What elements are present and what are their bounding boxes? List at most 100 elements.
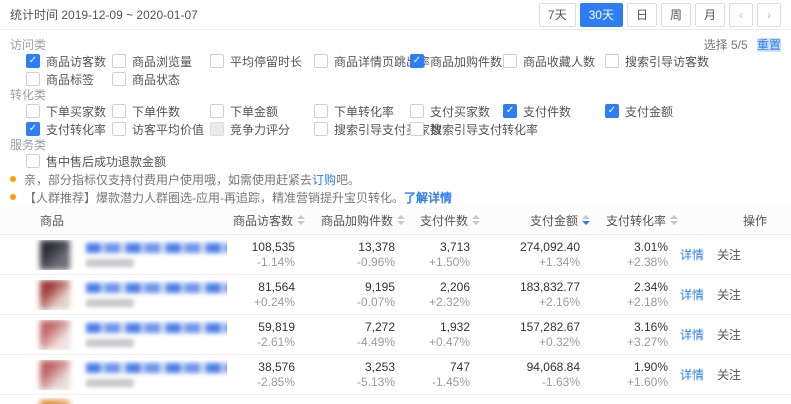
sort-caret-down-icon <box>670 221 678 225</box>
checkbox-icon[interactable]: ✓ <box>26 54 40 68</box>
metric-checkbox-下单件数[interactable]: 下单件数 <box>112 103 210 120</box>
product-title-blurred[interactable] <box>86 323 227 333</box>
metric-checkbox-访客平均价值[interactable]: 访客平均价值 <box>112 121 210 138</box>
product-thumbnail[interactable] <box>40 240 70 270</box>
detail-link[interactable]: 详情 <box>680 366 704 383</box>
product-title-blurred[interactable] <box>86 363 227 373</box>
metric-checkbox-商品状态[interactable]: 商品状态 <box>112 71 210 88</box>
range-button-30天[interactable]: 30天 <box>580 3 623 27</box>
range-button-周[interactable]: 周 <box>661 3 691 27</box>
prev-period-button[interactable]: ‹ <box>729 3 753 27</box>
product-title-blurred[interactable] <box>86 243 227 253</box>
metric-checkbox-平均停留时长[interactable]: 平均停留时长 <box>210 53 314 70</box>
sort-icon[interactable] <box>472 215 480 225</box>
checkbox-icon[interactable] <box>210 104 224 118</box>
reset-link[interactable]: 重置 <box>757 38 781 52</box>
metric-checkbox-售中售后成功退款金额[interactable]: 售中售后成功退款金额 <box>26 153 112 170</box>
metric-checkbox-商品详情页跳出率[interactable]: 商品详情页跳出率 <box>314 53 410 70</box>
metric-row: ✓商品访客数商品浏览量平均停留时长商品详情页跳出率✓商品加购件数 商品收藏人数搜索… <box>26 52 781 70</box>
metric-cell: 2,206+2.32% <box>405 280 480 310</box>
metric-row: 售中售后成功退款金额 <box>26 152 781 170</box>
table-header-row: 商品商品访客数商品加购件数支付件数支付金额支付转化率操作 <box>0 206 791 235</box>
column-header-支付转化率[interactable]: 支付转化率 <box>590 212 678 229</box>
metric-row: 下单买家数下单件数下单金额下单转化率支付买家数✓支付件数✓支付金额 <box>26 102 781 120</box>
metric-label: 下单买家数 <box>46 103 106 120</box>
checkbox-icon[interactable] <box>210 122 224 136</box>
metric-checkbox-商品加购件数[interactable]: ✓商品加购件数 <box>410 53 503 70</box>
checkbox-icon[interactable] <box>314 104 328 118</box>
action-cell: 详情关注 <box>678 286 779 303</box>
metric-checkbox-搜索引导支付买家数[interactable]: 搜索引导支付买家数 <box>314 121 410 138</box>
product-thumbnail[interactable] <box>40 360 70 390</box>
checkbox-icon[interactable] <box>112 72 126 86</box>
metric-checkbox-商品访客数[interactable]: ✓商品访客数 <box>26 53 112 70</box>
detail-link[interactable]: 详情 <box>680 246 704 263</box>
product-thumbnail[interactable] <box>40 280 70 310</box>
checkbox-icon[interactable]: ✓ <box>503 104 517 118</box>
column-header-支付件数[interactable]: 支付件数 <box>405 212 480 229</box>
metric-checkbox-商品标签[interactable]: 商品标签 <box>26 71 112 88</box>
checkbox-icon[interactable] <box>314 122 328 136</box>
checkbox-icon[interactable]: ✓ <box>410 54 424 68</box>
notice-link[interactable]: 订购 <box>312 171 336 188</box>
product-info <box>86 283 227 307</box>
sort-icon[interactable] <box>297 215 305 225</box>
checkbox-icon[interactable] <box>410 104 424 118</box>
metric-value: 747 <box>405 360 470 375</box>
product-subtitle-blurred <box>86 379 134 387</box>
checkbox-icon[interactable] <box>26 104 40 118</box>
follow-link[interactable]: 关注 <box>717 246 741 263</box>
metric-label: 商品收藏人数 <box>523 53 595 70</box>
metric-checkbox-下单买家数[interactable]: 下单买家数 <box>26 103 112 120</box>
metric-checkbox-支付金额[interactable]: ✓支付金额 <box>605 103 781 120</box>
sort-icon[interactable] <box>582 215 590 225</box>
checkbox-icon[interactable]: ✓ <box>605 104 619 118</box>
metric-section: 服务类售中售后成功退款金额 <box>10 138 781 170</box>
checkbox-icon[interactable] <box>605 54 619 68</box>
product-title-blurred[interactable] <box>86 283 227 293</box>
follow-link[interactable]: 关注 <box>717 366 741 383</box>
detail-link[interactable]: 详情 <box>680 326 704 343</box>
column-header-商品加购件数[interactable]: 商品加购件数 <box>305 212 405 229</box>
notice-link[interactable]: 了解详情 <box>404 189 452 206</box>
metric-checkbox-商品浏览量[interactable]: 商品浏览量 <box>112 53 210 70</box>
sort-icon[interactable] <box>670 215 678 225</box>
metric-checkbox-支付件数[interactable]: ✓支付件数 <box>503 103 605 120</box>
metric-label: 搜索引导支付转化率 <box>430 121 538 138</box>
metric-checkbox-下单转化率[interactable]: 下单转化率 <box>314 103 410 120</box>
checkbox-icon[interactable] <box>210 54 224 68</box>
column-header-商品访客数[interactable]: 商品访客数 <box>227 212 305 229</box>
table-row: 38,576-2.85%3,253-5.13%747-1.45%94,068.8… <box>0 355 791 395</box>
checkbox-icon[interactable] <box>112 104 126 118</box>
column-header-支付金额[interactable]: 支付金额 <box>480 212 590 229</box>
metric-checkbox-搜索引导支付转化率[interactable]: 搜索引导支付转化率 <box>410 121 503 138</box>
product-thumbnail[interactable] <box>40 320 70 350</box>
range-button-月[interactable]: 月 <box>695 3 725 27</box>
follow-link[interactable]: 关注 <box>717 286 741 303</box>
product-thumbnail[interactable] <box>40 400 70 404</box>
checkbox-icon[interactable] <box>410 122 424 136</box>
table-row: 108,535-1.14%13,378-0.96%3,713+1.50%274,… <box>0 235 791 275</box>
metric-checkbox-支付转化率[interactable]: ✓支付转化率 <box>26 121 112 138</box>
checkbox-icon[interactable] <box>112 54 126 68</box>
checkbox-icon[interactable] <box>112 122 126 136</box>
checkbox-icon[interactable] <box>503 54 517 68</box>
metric-checkbox-支付买家数[interactable]: 支付买家数 <box>410 103 503 120</box>
checkbox-icon[interactable] <box>314 54 328 68</box>
metric-checkbox-竞争力评分[interactable]: 竞争力评分 <box>210 121 314 138</box>
column-header-label: 支付金额 <box>530 212 578 229</box>
checkbox-icon[interactable] <box>26 72 40 86</box>
section-label: 转化类 <box>10 88 781 102</box>
range-button-日[interactable]: 日 <box>627 3 657 27</box>
range-button-7天[interactable]: 7天 <box>539 3 576 27</box>
detail-link[interactable]: 详情 <box>680 286 704 303</box>
metric-checkbox-商品收藏人数[interactable]: 商品收藏人数 <box>503 53 605 70</box>
next-period-button[interactable]: › <box>757 3 781 27</box>
checkbox-icon[interactable]: ✓ <box>26 122 40 136</box>
sort-icon[interactable] <box>397 215 405 225</box>
metric-change: +2.38% <box>590 255 668 270</box>
follow-link[interactable]: 关注 <box>717 326 741 343</box>
metric-checkbox-搜索引导访客数[interactable]: 搜索引导访客数 <box>605 53 781 70</box>
checkbox-icon[interactable] <box>26 154 40 168</box>
metric-checkbox-下单金额[interactable]: 下单金额 <box>210 103 314 120</box>
